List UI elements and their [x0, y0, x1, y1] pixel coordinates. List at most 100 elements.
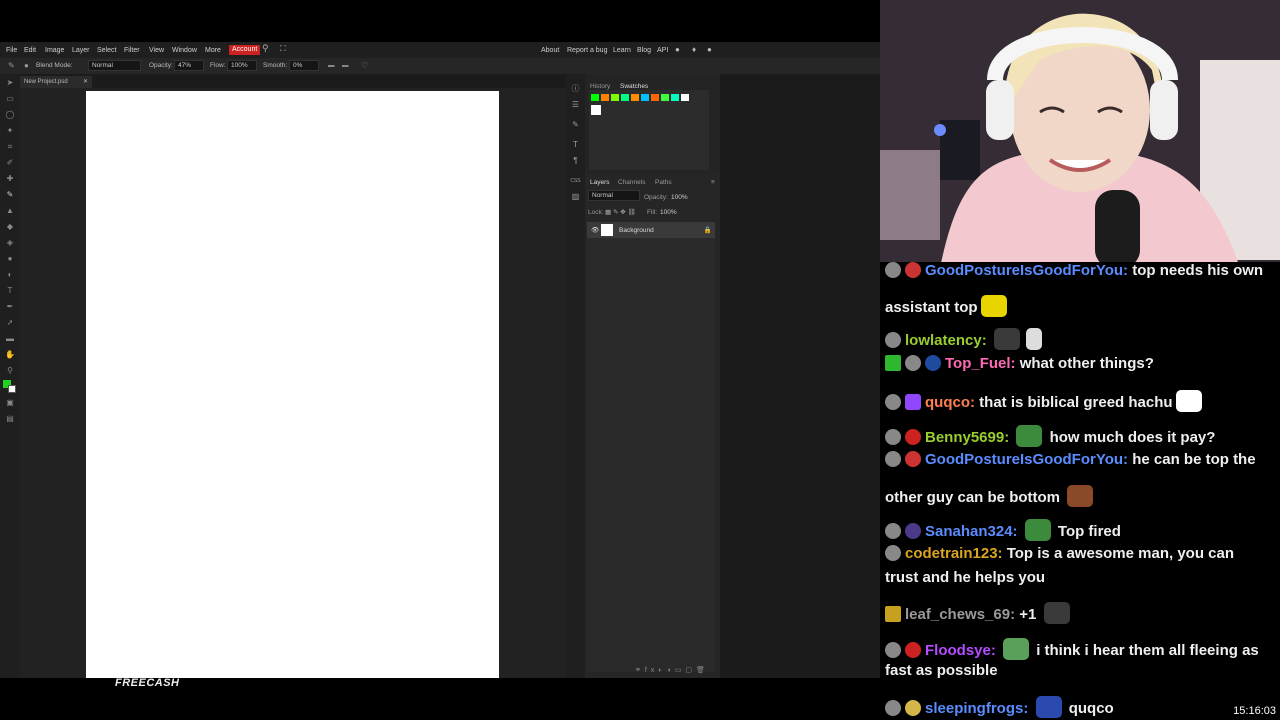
color-swatch[interactable]: [671, 94, 679, 101]
link-learn[interactable]: Learn: [613, 46, 631, 55]
fullscreen-icon[interactable]: ⛶: [280, 44, 286, 53]
type-tool-icon[interactable]: T: [4, 286, 16, 296]
chat-username[interactable]: lowlatency:: [905, 332, 987, 349]
menu-filter[interactable]: Filter: [124, 46, 140, 55]
layer-opacity-input[interactable]: 100%: [671, 194, 688, 202]
brush-panel-icon[interactable]: ✎: [570, 120, 581, 130]
color-swatch[interactable]: [591, 94, 599, 101]
flow-input[interactable]: 100%: [227, 60, 257, 71]
close-icon[interactable]: ✕: [83, 76, 88, 88]
chat-username[interactable]: quqco:: [925, 394, 975, 411]
visibility-eye-icon[interactable]: 👁: [591, 226, 599, 234]
stamp-tool-icon[interactable]: ▲: [4, 206, 16, 216]
menu-more[interactable]: More: [205, 46, 221, 55]
smooth-input[interactable]: 0%: [289, 60, 319, 71]
crop-tool-icon[interactable]: ⌗: [4, 142, 16, 152]
color-swatch[interactable]: [651, 94, 659, 101]
chat-username[interactable]: leaf_chews_69:: [905, 606, 1015, 623]
menu-file[interactable]: File: [6, 46, 17, 55]
reddit-icon[interactable]: ●: [675, 45, 680, 54]
tab-paths[interactable]: Paths: [655, 179, 672, 187]
layer-row-background[interactable]: 👁 Background 🔒: [587, 222, 715, 238]
menu-image[interactable]: Image: [45, 46, 64, 55]
color-swatch[interactable]: [631, 94, 639, 101]
link-about[interactable]: About: [541, 46, 559, 55]
zoom-tool-icon[interactable]: ⚲: [4, 366, 16, 376]
settings-icon[interactable]: ♡: [361, 62, 368, 70]
screen-mode-icon[interactable]: ▤: [4, 414, 16, 424]
link-api[interactable]: API: [657, 46, 668, 55]
info-icon[interactable]: ⓘ: [570, 84, 581, 94]
chat-username[interactable]: Sanahan324:: [925, 523, 1018, 540]
blend-mode-select[interactable]: Normal: [88, 60, 141, 71]
dodge-tool-icon[interactable]: ◐: [4, 270, 16, 280]
tab-layers[interactable]: Layers: [590, 179, 610, 187]
layer-blend-select[interactable]: Normal: [588, 190, 640, 201]
opacity-input[interactable]: 47%: [174, 60, 204, 71]
chat-username[interactable]: codetrain123:: [905, 545, 1003, 562]
menu-view[interactable]: View: [149, 46, 164, 55]
chat-username[interactable]: sleepingfrogs:: [925, 700, 1028, 717]
panel-menu-icon[interactable]: ≡: [711, 179, 715, 187]
blur-tool-icon[interactable]: ●: [4, 254, 16, 264]
chat-username[interactable]: GoodPostureIsGoodForYou:: [925, 262, 1128, 279]
brush-tool-icon[interactable]: ✎: [8, 62, 15, 70]
link-report-bug[interactable]: Report a bug: [567, 46, 607, 55]
menu-account[interactable]: Account: [229, 45, 261, 55]
badge-icon: [885, 642, 901, 658]
healing-tool-icon[interactable]: ✚: [4, 174, 16, 184]
lasso-tool-icon[interactable]: ◯: [4, 110, 16, 120]
search-icon[interactable]: ⚲: [262, 44, 269, 53]
link-blog[interactable]: Blog: [637, 46, 651, 55]
selected-swatch[interactable]: [591, 105, 601, 115]
facebook-icon[interactable]: ●: [707, 45, 712, 54]
layer-footer-icons[interactable]: ⚭fx◐◑▭▢🗑: [635, 666, 709, 674]
eyedropper-icon[interactable]: ✐: [4, 158, 16, 168]
chat-username[interactable]: Benny5699:: [925, 429, 1009, 446]
chat-username[interactable]: GoodPostureIsGoodForYou:: [925, 451, 1128, 468]
properties-icon[interactable]: ☰: [570, 100, 581, 110]
background-color-swatch[interactable]: [8, 385, 16, 393]
marquee-tool-icon[interactable]: ▭: [4, 94, 16, 104]
move-tool-icon[interactable]: ➤: [4, 78, 16, 88]
color-swatch[interactable]: [641, 94, 649, 101]
lock-icons[interactable]: ▦ ✎ ✥ ⛓: [605, 209, 636, 217]
character-icon[interactable]: T: [570, 140, 581, 150]
image-icon[interactable]: ▨: [570, 192, 581, 202]
tab-new-project[interactable]: New Project.psd ✕: [20, 76, 92, 88]
emote-icon: [1035, 696, 1062, 718]
tab-channels[interactable]: Channels: [618, 179, 645, 187]
color-swatch[interactable]: [611, 94, 619, 101]
quick-mask-icon[interactable]: ▣: [4, 398, 16, 408]
pen-tool-icon[interactable]: ✒: [4, 302, 16, 312]
color-swatch[interactable]: [601, 94, 609, 101]
menu-window[interactable]: Window: [172, 46, 197, 55]
toolbar-left: ➤ ▭ ◯ ✦ ⌗ ✐ ✚ ✎ ▲ ◆ ◈ ● ◐ T ✒ ➚ ▬ ✋ ⚲ ▣ …: [0, 74, 20, 678]
brush-tool-icon[interactable]: ✎: [4, 190, 16, 200]
chat-text: assistant top: [885, 299, 978, 316]
eraser-tool-icon[interactable]: ◆: [4, 222, 16, 232]
menu-layer[interactable]: Layer: [72, 46, 90, 55]
pressure-icon[interactable]: ▬: [328, 62, 335, 70]
css-icon[interactable]: CSS: [570, 176, 581, 186]
chat-username[interactable]: Floodsye:: [925, 642, 996, 659]
color-swatch[interactable]: [661, 94, 669, 101]
pressure-size-icon[interactable]: ▬: [342, 62, 349, 70]
magic-wand-icon[interactable]: ✦: [4, 126, 16, 136]
bucket-tool-icon[interactable]: ◈: [4, 238, 16, 248]
color-swatch[interactable]: [621, 94, 629, 101]
path-select-icon[interactable]: ➚: [4, 318, 16, 328]
brush-preset-icon[interactable]: ●: [24, 62, 29, 70]
twitter-icon[interactable]: ♦: [692, 45, 696, 54]
menu-edit[interactable]: Edit: [24, 46, 36, 55]
hand-tool-icon[interactable]: ✋: [4, 350, 16, 360]
chat-message: lowlatency:: [885, 328, 1045, 350]
stream-clock: 15:16:03: [1233, 705, 1276, 717]
fill-input[interactable]: 100%: [660, 209, 677, 217]
menu-select[interactable]: Select: [97, 46, 116, 55]
paragraph-icon[interactable]: ¶: [570, 156, 581, 166]
chat-username[interactable]: Top_Fuel:: [945, 355, 1016, 372]
color-swatch[interactable]: [681, 94, 689, 101]
document-canvas[interactable]: [86, 91, 499, 678]
shape-tool-icon[interactable]: ▬: [4, 334, 16, 344]
